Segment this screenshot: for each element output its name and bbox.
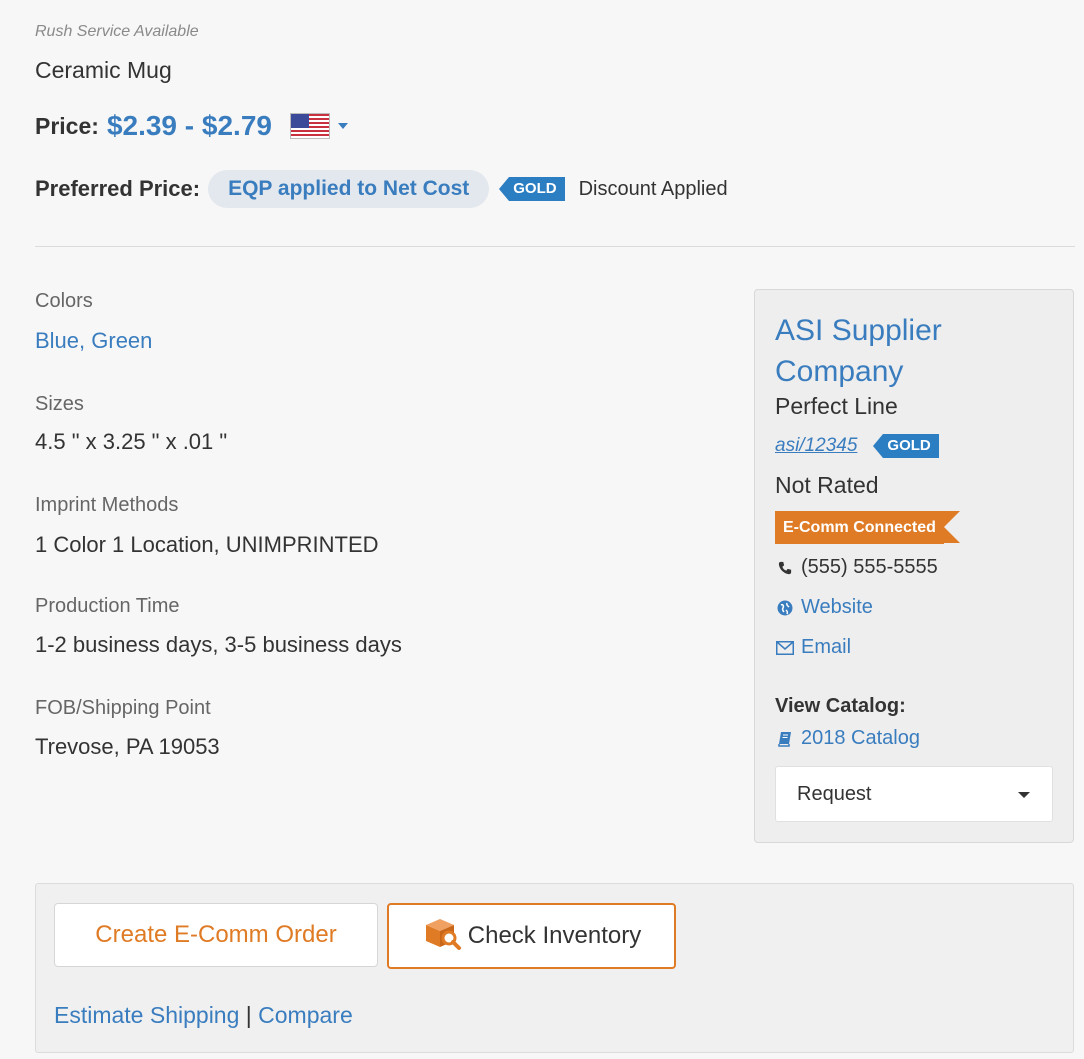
us-flag-icon[interactable] <box>289 113 330 139</box>
supplier-gold-badge-label: GOLD <box>883 434 939 458</box>
spec-value-fob: Trevose, PA 19053 <box>35 734 220 759</box>
rush-service-note: Rush Service Available <box>35 23 199 40</box>
supplier-name-link[interactable]: ASI Supplier Company <box>775 310 1055 392</box>
secondary-links: Estimate Shipping | Compare <box>54 1002 353 1029</box>
request-select[interactable]: Request <box>775 766 1053 822</box>
spec-label-fob: FOB/Shipping Point <box>35 697 211 719</box>
box-search-icon <box>422 916 462 957</box>
eqp-pill: EQP applied to Net Cost <box>208 170 490 208</box>
preferred-price-row: Preferred Price: EQP applied to Net Cost… <box>35 170 728 208</box>
spec-value-sizes: 4.5 " x 3.25 " x .01 " <box>35 429 228 454</box>
request-select-value: Request <box>797 782 872 805</box>
ecomm-connected-label: E-Comm Connected <box>775 511 944 544</box>
section-divider <box>35 246 1075 247</box>
supplier-gold-badge: GOLD <box>873 434 939 458</box>
spec-label-imprint-methods: Imprint Methods <box>35 494 179 516</box>
ecomm-connected-badge: E-Comm Connected <box>775 511 960 544</box>
compare-link[interactable]: Compare <box>258 1002 353 1028</box>
price-row: Price: $2.39 - $2.79 <box>35 110 348 142</box>
supplier-email-label: Email <box>801 636 852 658</box>
asi-number-link[interactable]: asi/12345 <box>775 435 857 457</box>
create-ecomm-order-button[interactable]: Create E-Comm Order <box>54 903 378 967</box>
globe-icon <box>775 600 795 616</box>
supplier-website-label: Website <box>801 596 873 618</box>
supplier-phone-number: (555) 555-5555 <box>801 556 938 578</box>
supplier-email-link[interactable]: Email <box>775 636 851 659</box>
spec-label-colors: Colors <box>35 290 93 312</box>
catalog-link[interactable]: 2018 Catalog <box>775 727 920 750</box>
price-label: Price: <box>35 112 99 139</box>
envelope-icon <box>775 640 795 655</box>
supplier-rating: Not Rated <box>775 472 879 498</box>
asi-number-row: asi/12345 GOLD <box>775 434 939 458</box>
book-icon <box>775 731 795 747</box>
view-catalog-label: View Catalog: <box>775 695 906 717</box>
product-name: Ceramic Mug <box>35 57 172 83</box>
spec-label-sizes: Sizes <box>35 393 84 415</box>
phone-icon <box>775 561 795 575</box>
action-panel: Create E-Comm Order Check Inventory Esti… <box>35 883 1074 1053</box>
gold-badge: GOLD <box>499 177 565 201</box>
check-inventory-label: Check Inventory <box>467 922 642 949</box>
currency-dropdown-caret-icon[interactable] <box>337 123 348 129</box>
preferred-price-label: Preferred Price: <box>35 176 201 201</box>
gold-badge-label: GOLD <box>509 177 565 201</box>
estimate-shipping-link[interactable]: Estimate Shipping <box>54 1002 239 1028</box>
discount-applied-text: Discount Applied <box>578 177 728 200</box>
links-separator: | <box>245 1002 252 1028</box>
chevron-down-icon <box>1018 792 1030 798</box>
check-inventory-button[interactable]: Check Inventory <box>387 903 676 969</box>
spec-value-colors[interactable]: Blue, Green <box>35 328 152 354</box>
supplier-line: Perfect Line <box>775 393 898 419</box>
spec-value-imprint-methods: 1 Color 1 Location, UNIMPRINTED <box>35 532 379 557</box>
supplier-phone: (555) 555-5555 <box>775 556 938 579</box>
price-value: $2.39 - $2.79 <box>106 110 272 141</box>
catalog-link-label: 2018 Catalog <box>801 727 920 749</box>
spec-value-production-time: 1-2 business days, 3-5 business days <box>35 632 402 657</box>
supplier-card: ASI Supplier Company Perfect Line asi/12… <box>754 289 1074 843</box>
supplier-website-link[interactable]: Website <box>775 596 873 619</box>
spec-label-production-time: Production Time <box>35 595 180 617</box>
